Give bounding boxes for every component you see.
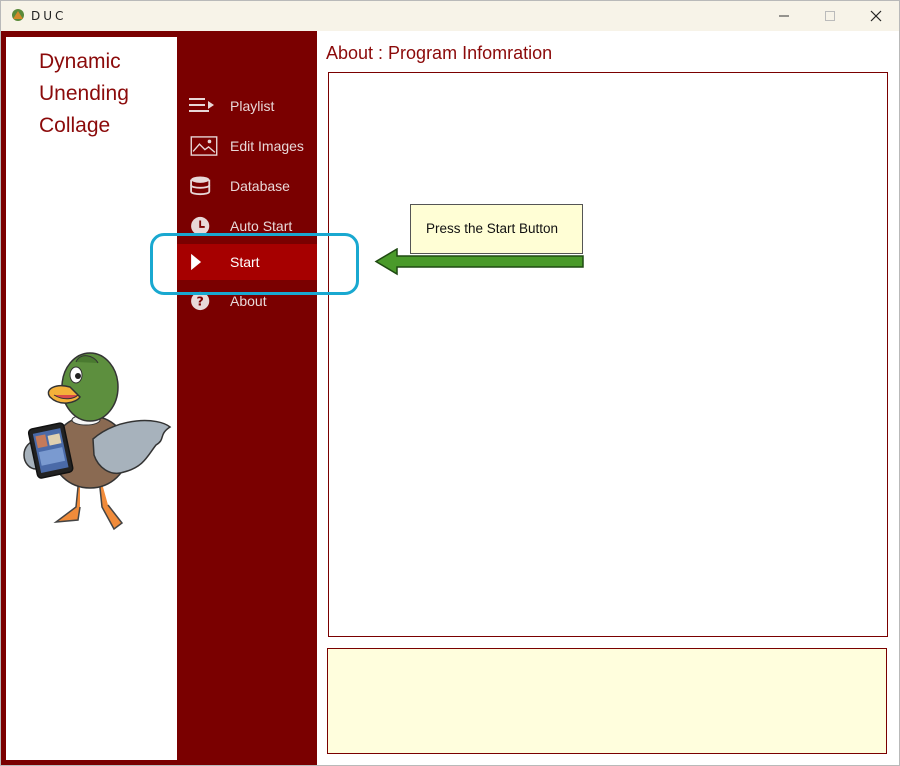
nav-item-edit-images[interactable]: Edit Images <box>177 128 317 164</box>
close-button[interactable] <box>853 1 899 31</box>
nav-label-auto-start: Auto Start <box>230 218 293 234</box>
nav-sidebar: Playlist Edit Images Database Auto Start… <box>177 37 317 765</box>
svg-text:?: ? <box>196 294 203 309</box>
app-window: DUC Dynamic Unending Collage Playlist Ed… <box>0 0 900 766</box>
nav-item-playlist[interactable]: Playlist <box>177 88 317 124</box>
playlist-icon <box>189 98 214 112</box>
minimize-icon <box>779 15 789 17</box>
nav-label-database: Database <box>230 178 290 194</box>
nav-label-playlist: Playlist <box>230 98 275 114</box>
page-title: About : Program Infomration <box>326 43 553 63</box>
left-arrow-annotation <box>374 248 584 276</box>
maximize-icon <box>825 11 835 21</box>
start-highlight-ring <box>150 233 359 295</box>
window-title: DUC <box>31 9 67 23</box>
instruction-callout: Press the Start Button <box>410 204 583 254</box>
minimize-button[interactable] <box>761 1 807 31</box>
image-icon <box>190 136 218 156</box>
program-info-panel <box>328 72 888 637</box>
nav-label-edit-images: Edit Images <box>230 138 304 154</box>
brand-line-2: Unending <box>39 82 129 105</box>
duck-mascot-image <box>23 352 172 531</box>
brand-line-3: Collage <box>39 114 111 137</box>
callout-text: Press the Start Button <box>426 221 559 236</box>
nav-item-database[interactable]: Database <box>177 168 317 204</box>
status-panel <box>327 648 887 754</box>
nav-label-about: About <box>230 293 267 309</box>
database-icon <box>190 176 211 196</box>
maximize-button[interactable] <box>807 1 853 31</box>
brand-line-1: Dynamic <box>39 50 121 73</box>
close-icon <box>870 10 882 22</box>
brand-panel: Dynamic Unending Collage <box>6 37 177 760</box>
title-bar[interactable]: DUC <box>1 1 899 31</box>
duck-app-icon <box>12 9 24 21</box>
